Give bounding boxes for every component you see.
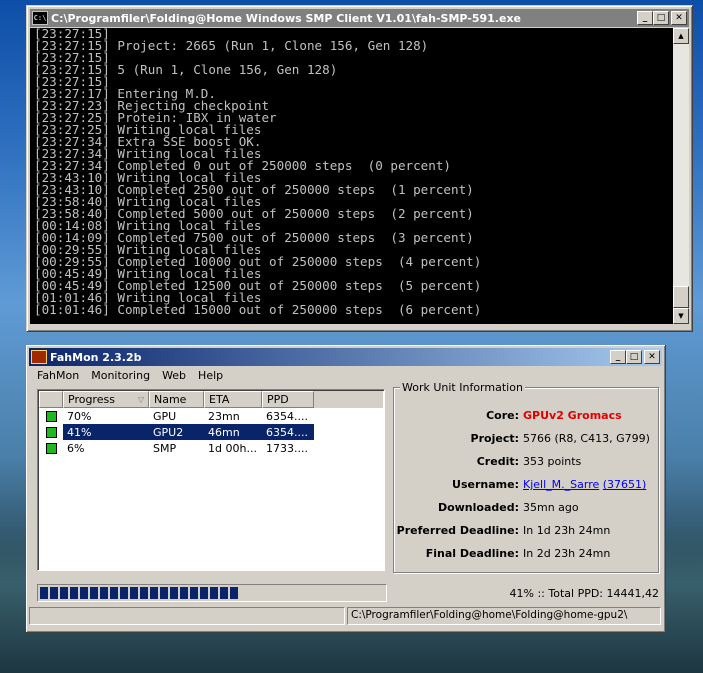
console-line: [01:01:46] Completed 15000 out of 250000… <box>34 302 482 317</box>
console-scrollbar[interactable]: ▲ ▼ <box>673 28 689 324</box>
status-icon <box>45 442 57 454</box>
client-row[interactable]: 6% SMP 1d 00h... 1733.... <box>39 440 384 456</box>
progress-chunk <box>180 587 188 599</box>
column-header-eta[interactable]: ETA <box>204 391 262 408</box>
fahmon-window: FahMon 2.3.2b _ □ ✕ FahMon Monitoring We… <box>26 345 666 633</box>
console-line: [23:27:15] 5 (Run 1, Clone 156, Gen 128) <box>34 62 338 77</box>
console-title: C:\Programfiler\Folding@Home Windows SMP… <box>51 11 521 25</box>
progress-text: 41% :: Total PPD: 14441,42 <box>509 586 659 600</box>
fahmon-title: FahMon 2.3.2b <box>50 350 142 364</box>
progress-chunk <box>150 587 158 599</box>
progress-chunk <box>120 587 128 599</box>
progress-chunk <box>210 587 218 599</box>
progress-chunk <box>100 587 108 599</box>
final-deadline-value: In 2d 23h 24mn <box>523 547 611 560</box>
scroll-down-button[interactable]: ▼ <box>673 308 689 324</box>
status-icon <box>45 410 57 422</box>
fahmon-icon[interactable] <box>31 350 47 364</box>
work-unit-info: Work Unit Information Core: GPUv2 Gromac… <box>393 381 659 573</box>
client-name: SMP <box>153 441 177 455</box>
progress-chunk <box>70 587 78 599</box>
console-titlebar[interactable]: C:\ C:\Programfiler\Folding@Home Windows… <box>30 9 689 27</box>
client-eta: 1d 00h... <box>208 441 257 455</box>
console-output[interactable]: [23:27:15] [23:27:15] Project: 2665 (Run … <box>30 28 673 324</box>
core-label: Core: <box>486 409 519 422</box>
status-panel-path: C:\Programfiler\Folding@home\Folding@hom… <box>347 607 661 625</box>
downloaded-value: 35mn ago <box>523 501 579 514</box>
scroll-track[interactable] <box>673 44 689 308</box>
client-row[interactable]: 70% GPU 23mn 6354.... <box>39 408 384 424</box>
client-name: GPU2 <box>153 425 184 439</box>
project-value: 5766 (R8, C413, G799) <box>523 432 650 445</box>
progress-chunk <box>40 587 48 599</box>
progress-chunk <box>160 587 168 599</box>
client-progress: 41% <box>67 425 92 439</box>
minimize-button[interactable]: _ <box>637 11 653 25</box>
progress-chunk <box>140 587 148 599</box>
username-link[interactable]: Kjell_M._Sarre <box>523 478 599 491</box>
console-line: [23:27:15] Project: 2665 (Run 1, Clone 1… <box>34 38 429 53</box>
column-header-name[interactable]: Name <box>149 391 204 408</box>
client-row-selected[interactable]: 41% GPU2 46mn 6354.... <box>39 424 384 440</box>
status-icon <box>45 426 57 438</box>
close-button[interactable]: ✕ <box>671 11 687 25</box>
progress-chunk <box>130 587 138 599</box>
progress-chunk <box>110 587 118 599</box>
menu-bar: FahMon Monitoring Web Help <box>29 366 662 384</box>
progress-chunk <box>220 587 228 599</box>
downloaded-label: Downloaded: <box>437 501 519 514</box>
console-window: C:\ C:\Programfiler\Folding@Home Windows… <box>26 5 693 332</box>
column-progress-label: Progress <box>68 393 115 406</box>
progress-chunk <box>50 587 58 599</box>
status-bar: C:\Programfiler\Folding@home\Folding@hom… <box>29 607 661 625</box>
fahmon-titlebar[interactable]: FahMon 2.3.2b _ □ ✕ <box>29 348 662 366</box>
minimize-button[interactable]: _ <box>610 350 626 364</box>
client-eta: 46mn <box>208 425 240 439</box>
close-button[interactable]: ✕ <box>644 350 660 364</box>
scroll-thumb[interactable] <box>673 286 689 308</box>
progress-bar <box>37 584 387 602</box>
maximize-button[interactable]: □ <box>653 11 669 25</box>
maximize-button[interactable]: □ <box>626 350 642 364</box>
status-panel-left <box>29 607 345 625</box>
menu-fahmon[interactable]: FahMon <box>31 369 85 382</box>
scroll-up-button[interactable]: ▲ <box>673 28 689 44</box>
progress-chunk <box>230 587 238 599</box>
progress-chunk <box>90 587 98 599</box>
team-link[interactable]: (37651) <box>603 478 647 491</box>
column-header-ppd[interactable]: PPD <box>262 391 314 408</box>
progress-chunk <box>190 587 198 599</box>
client-list-header: Progress ▽ Name ETA PPD <box>39 391 383 408</box>
cmd-icon[interactable]: C:\ <box>32 11 48 25</box>
column-header-progress[interactable]: Progress ▽ <box>63 391 149 408</box>
credit-value: 353 points <box>523 455 582 468</box>
client-progress: 70% <box>67 409 92 423</box>
credit-label: Credit: <box>476 455 519 468</box>
client-eta: 23mn <box>208 409 240 423</box>
final-deadline-label: Final Deadline: <box>425 547 519 560</box>
progress-chunk <box>200 587 208 599</box>
project-label: Project: <box>470 432 519 445</box>
client-ppd: 6354.... <box>266 409 308 423</box>
progress-chunk <box>80 587 88 599</box>
menu-help[interactable]: Help <box>192 369 229 382</box>
client-progress: 6% <box>67 441 85 455</box>
sort-down-icon: ▽ <box>137 395 144 404</box>
client-ppd: 6354.... <box>266 425 308 439</box>
preferred-deadline-label: Preferred Deadline: <box>396 524 519 537</box>
preferred-deadline-value: In 1d 23h 24mn <box>523 524 611 537</box>
work-unit-legend: Work Unit Information <box>400 381 525 394</box>
progress-chunk <box>60 587 68 599</box>
client-list[interactable]: Progress ▽ Name ETA PPD 70% GPU 23mn 6354… <box>37 389 385 571</box>
progress-chunk <box>170 587 178 599</box>
menu-monitoring[interactable]: Monitoring <box>85 369 156 382</box>
username-label: Username: <box>452 478 519 491</box>
core-value: GPUv2 Gromacs <box>523 409 622 422</box>
client-ppd: 1733.... <box>266 441 308 455</box>
menu-web[interactable]: Web <box>156 369 192 382</box>
column-header-status[interactable] <box>39 391 63 408</box>
client-name: GPU <box>153 409 177 423</box>
